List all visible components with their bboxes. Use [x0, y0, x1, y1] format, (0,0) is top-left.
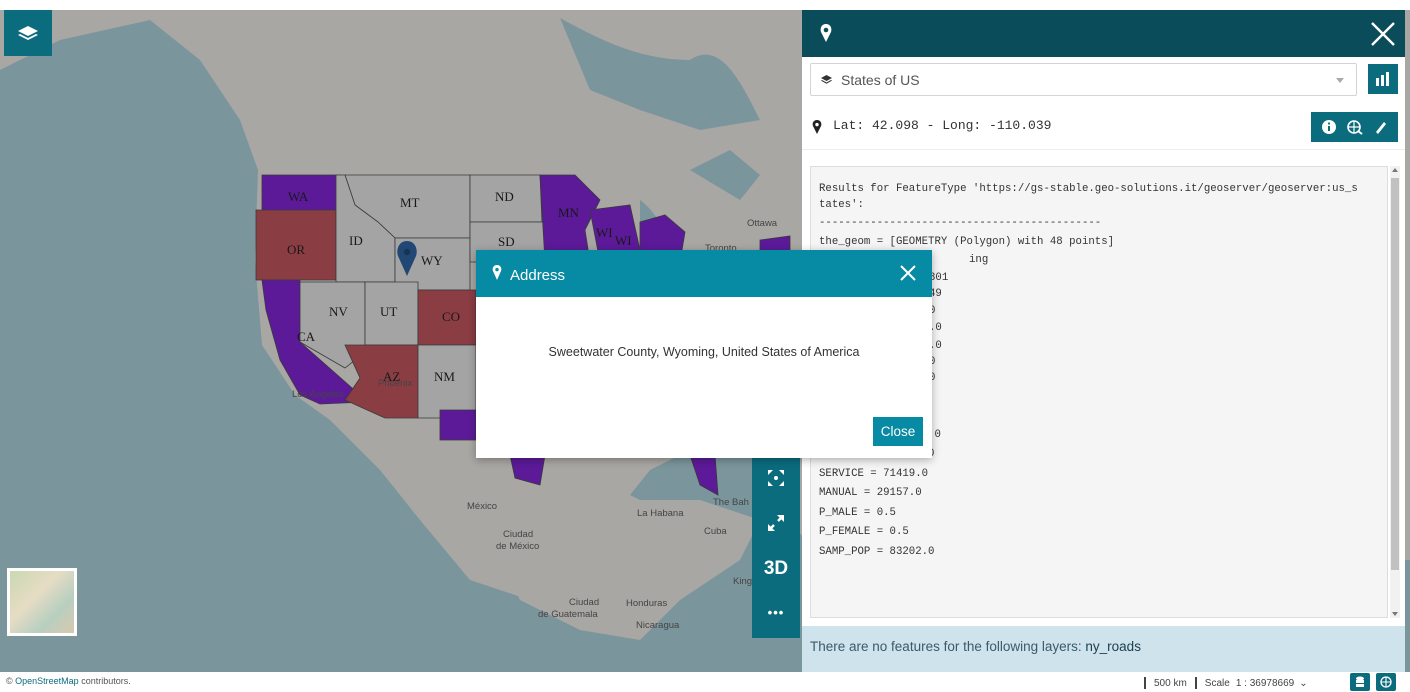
no-features-message: There are no features for the following … — [802, 626, 1405, 672]
layers-button[interactable] — [4, 10, 52, 56]
no-features-text: There are no features for the following … — [810, 639, 1086, 654]
marker-icon — [820, 24, 832, 42]
full-screen-button[interactable] — [752, 455, 800, 500]
scale-select[interactable]: 1 : 36978669 — [1236, 678, 1294, 689]
scale-bar: 500 km Scale 1 : 36978669 ⌄ — [1136, 675, 1308, 691]
more-options-button[interactable]: ••• — [752, 590, 800, 635]
result-line: SERVICE = 71419.0 — [819, 467, 929, 480]
layer-select-value: States of US — [841, 72, 920, 88]
chevron-down-icon — [1336, 78, 1344, 83]
info-icon[interactable] — [1321, 119, 1337, 135]
chart-button[interactable] — [1368, 64, 1398, 94]
result-line: MANUAL = 29157.0 — [819, 487, 922, 499]
close-icon[interactable] — [899, 264, 917, 282]
no-features-layer: ny_roads — [1085, 639, 1141, 654]
address-dialog: Address Sweetwater County, Wyoming, Unit… — [476, 250, 932, 458]
marker-icon — [492, 265, 502, 280]
openstreetmap-link[interactable]: OpenStreetMap — [15, 676, 79, 686]
layers-icon — [821, 75, 832, 84]
crs-selector-button[interactable] — [1350, 673, 1370, 691]
result-line: Results for FeatureType 'https://gs-stab… — [819, 183, 1358, 195]
attribution-prefix: © — [6, 676, 16, 686]
globe-search-icon[interactable] — [1346, 119, 1364, 135]
close-button[interactable]: Close — [873, 417, 923, 446]
database-icon — [1356, 676, 1364, 687]
projection-button[interactable] — [1376, 673, 1396, 691]
scroll-up-icon[interactable] — [1392, 168, 1398, 172]
3d-toggle-button[interactable]: 3D — [752, 546, 800, 591]
coordinates-text: Lat: 42.098 - Long: -110.039 — [833, 118, 1052, 133]
dialog-header: Address — [476, 250, 932, 297]
layers-icon — [18, 26, 38, 40]
result-line: SAMP_POP = 83202.0 — [819, 545, 935, 558]
panel-header — [802, 10, 1405, 57]
edit-pencil-icon[interactable] — [1373, 119, 1389, 135]
globe-icon — [1380, 676, 1392, 688]
attribution: © OpenStreetMap contributors. — [6, 676, 131, 686]
bar-chart-icon — [1376, 72, 1389, 86]
marker-icon — [812, 120, 822, 134]
result-line: the_geom = [GEOMETRY (Polygon) with 48 p… — [819, 236, 1115, 248]
scrollbar-thumb[interactable] — [1391, 178, 1399, 570]
shrink-icon — [768, 514, 784, 531]
top-strip — [0, 0, 1410, 10]
scale-label: Scale — [1204, 677, 1230, 689]
attribution-suffix: contributors. — [78, 676, 131, 686]
result-line: P_FEMALE = 0.5 — [819, 526, 909, 538]
scroll-down-icon[interactable] — [1392, 612, 1398, 616]
results-scrollbar[interactable] — [1390, 166, 1400, 618]
map-toolbar: 3D ••• — [752, 450, 800, 638]
address-text: Sweetwater County, Wyoming, United State… — [548, 345, 860, 359]
result-line: P_MALE = 0.5 — [819, 506, 896, 519]
background-selector-thumbnail[interactable] — [7, 568, 77, 636]
scale-tick — [1144, 677, 1146, 689]
result-line: ----------------------------------------… — [819, 217, 1102, 229]
chevron-down-icon[interactable]: ⌄ — [1299, 678, 1307, 689]
result-line: tates': — [819, 198, 864, 211]
coordinates-actions — [1311, 112, 1398, 142]
map-footer: © OpenStreetMap contributors. 500 km Sca… — [0, 672, 1410, 692]
dialog-title: Address — [510, 267, 566, 284]
layer-select[interactable]: States of US — [810, 63, 1357, 96]
scale-distance: 500 km — [1154, 677, 1187, 689]
close-panel-icon[interactable] — [1367, 18, 1399, 50]
zoom-to-extent-button[interactable] — [752, 500, 800, 545]
scale-tick — [1194, 677, 1197, 689]
expand-icon — [768, 469, 784, 486]
